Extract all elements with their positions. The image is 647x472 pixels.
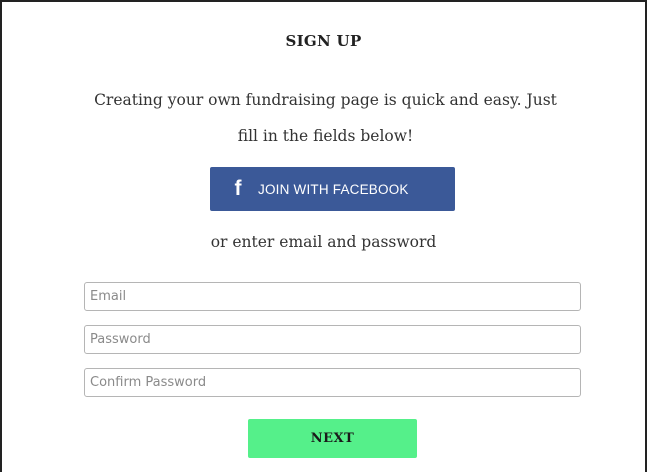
page-title: SIGN UP — [285, 32, 362, 50]
password-field[interactable] — [84, 325, 581, 354]
confirm-password-field[interactable] — [84, 368, 581, 397]
signup-panel: SIGN UP Creating your own fundraising pa… — [0, 0, 647, 472]
facebook-icon: f — [234, 177, 242, 200]
intro-text: Creating your own fundraising page is qu… — [94, 91, 557, 145]
join-with-facebook-button[interactable]: f JOIN WITH FACEBOOK — [210, 167, 455, 211]
or-text: or enter email and password — [210, 233, 437, 251]
next-button[interactable]: NEXT — [248, 419, 417, 458]
facebook-button-label: JOIN WITH FACEBOOK — [258, 181, 409, 197]
email-field[interactable] — [84, 282, 581, 311]
